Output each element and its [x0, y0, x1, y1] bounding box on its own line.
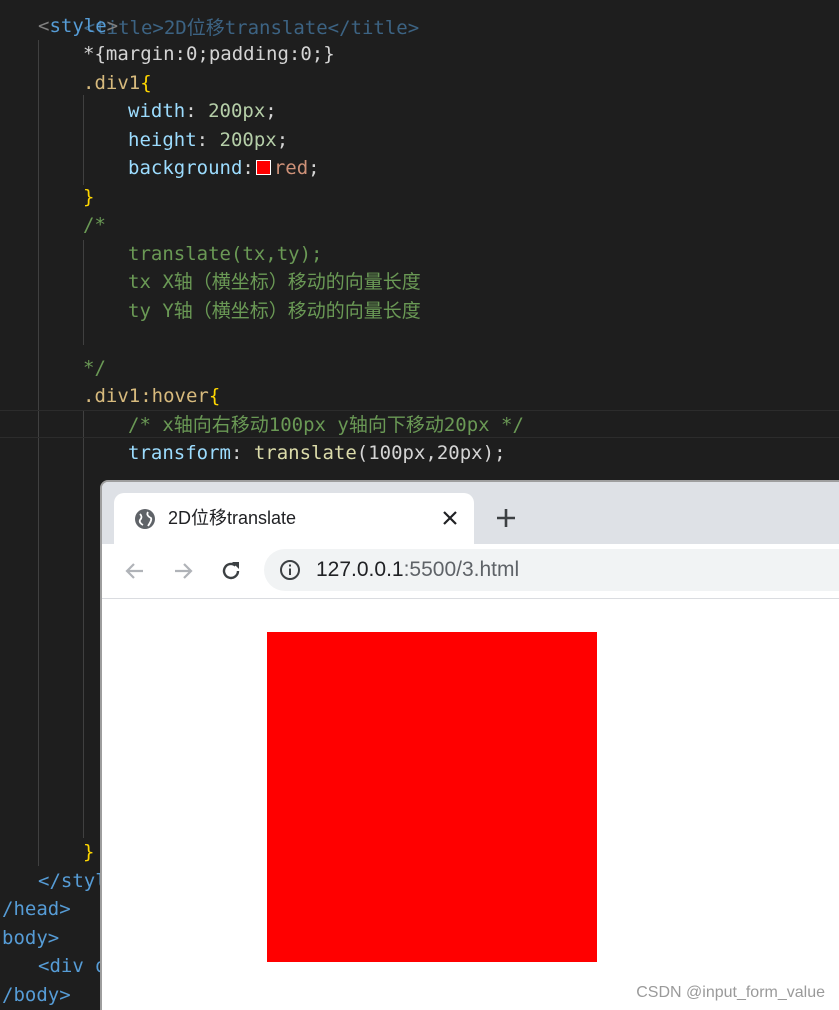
browser-tab[interactable]: 2D位移translate	[114, 493, 474, 544]
tab-strip: 2D位移translate	[102, 482, 839, 544]
code-line: body>	[2, 924, 59, 952]
close-icon[interactable]	[438, 506, 462, 530]
comment-text: tx X轴（横坐标）移动的向量长度	[128, 271, 421, 293]
indent-guide	[38, 40, 39, 866]
current-line: /* x轴向右移动100px y轴向下移动20px */	[0, 410, 839, 438]
arrow-right-icon	[175, 563, 193, 579]
comment-text: ty Y轴（横坐标）移动的向量长度	[128, 300, 421, 322]
code-line: /body>	[2, 981, 71, 1009]
code-line: /head>	[2, 895, 71, 923]
comment-text: /* x轴向右移动100px y轴向下移动20px */	[128, 414, 524, 436]
code-line: transform: translate(100px,20px);	[128, 442, 506, 464]
code-line: width: 200px;	[128, 100, 277, 122]
url-path: :5500/3.html	[403, 558, 520, 581]
comment-close: */	[83, 357, 106, 379]
close-brace: }	[83, 186, 95, 208]
code-line: .div1{	[83, 69, 152, 97]
title-tag-text: <title>2D位移translate</title>	[83, 17, 420, 39]
tag-bracket: <	[38, 15, 50, 37]
style-tag-name: style	[49, 15, 107, 37]
browser-toolbar: 127.0.0.1:5500/3.html	[102, 544, 839, 599]
property-value: red	[273, 157, 309, 179]
comment-text: translate(tx,ty);	[128, 243, 323, 265]
open-brace: {	[208, 385, 221, 407]
page-viewport	[102, 599, 839, 1010]
function-args: (100px,20px)	[356, 442, 495, 464]
indent-guide	[83, 95, 84, 185]
code-line: }	[83, 183, 94, 211]
plus-icon	[497, 509, 515, 527]
selector-div1: .div1	[83, 72, 141, 94]
style-close-tag: </styl	[38, 870, 107, 892]
indent-guide	[83, 240, 84, 345]
close-brace: }	[83, 841, 95, 863]
property-name: width	[128, 100, 186, 122]
code-line: *{margin:0;padding:0;}	[83, 40, 335, 68]
globe-icon	[134, 508, 156, 530]
head-close-tag: /head>	[2, 898, 71, 920]
property-name: height	[128, 129, 197, 151]
code-line: translate(tx,ty);	[128, 240, 322, 268]
code-line: <style>	[38, 12, 118, 40]
code-line: background: red;	[128, 157, 320, 179]
code-line: tx X轴（横坐标）移动的向量长度	[128, 268, 421, 296]
url-host: 127.0.0.1	[316, 558, 404, 581]
arrow-left-icon	[125, 563, 143, 579]
code-line: ty Y轴（横坐标）移动的向量长度	[128, 297, 421, 325]
comment-open: /*	[83, 214, 106, 236]
code-line: */	[83, 354, 106, 382]
property-value: 200px	[208, 100, 266, 122]
property-name: background	[128, 157, 243, 179]
code-line: /*	[83, 211, 106, 239]
code-line: <div d	[38, 952, 107, 980]
div1-box[interactable]	[267, 632, 597, 962]
address-bar[interactable]: 127.0.0.1:5500/3.html	[264, 549, 839, 591]
code-line: </styl	[38, 867, 107, 895]
tag-bracket: >	[106, 15, 119, 37]
color-swatch[interactable]	[255, 160, 271, 175]
tab-title: 2D位移translate	[168, 508, 297, 528]
reload-button[interactable]	[216, 556, 246, 586]
watermark: CSDN @input_form_value	[636, 984, 825, 1001]
selector-div1-hover: .div1:hover	[83, 385, 209, 407]
function-name: translate	[253, 442, 357, 464]
open-brace: {	[140, 72, 152, 94]
property-name: transform	[128, 442, 231, 464]
url-text: 127.0.0.1:5500/3.html	[316, 549, 519, 591]
info-icon[interactable]	[279, 559, 301, 581]
reset-rule: *{margin:0;padding:0;}	[83, 43, 335, 65]
code-line: .div1:hover{	[83, 382, 220, 410]
browser-window: 2D位移translate 127.0.0.1:5500/3.html	[100, 480, 839, 1010]
code-line: }	[83, 838, 94, 866]
forward-button[interactable]	[168, 556, 198, 586]
div-tag: <div d	[38, 955, 107, 977]
body-open-tag: body>	[2, 927, 60, 949]
indent-guide	[83, 410, 84, 838]
back-button[interactable]	[120, 556, 150, 586]
new-tab-button[interactable]	[492, 504, 520, 532]
code-line: height: 200px;	[128, 129, 289, 151]
body-close-tag: /body>	[2, 984, 71, 1006]
property-value: 200px	[219, 129, 277, 151]
reload-icon	[222, 562, 240, 580]
